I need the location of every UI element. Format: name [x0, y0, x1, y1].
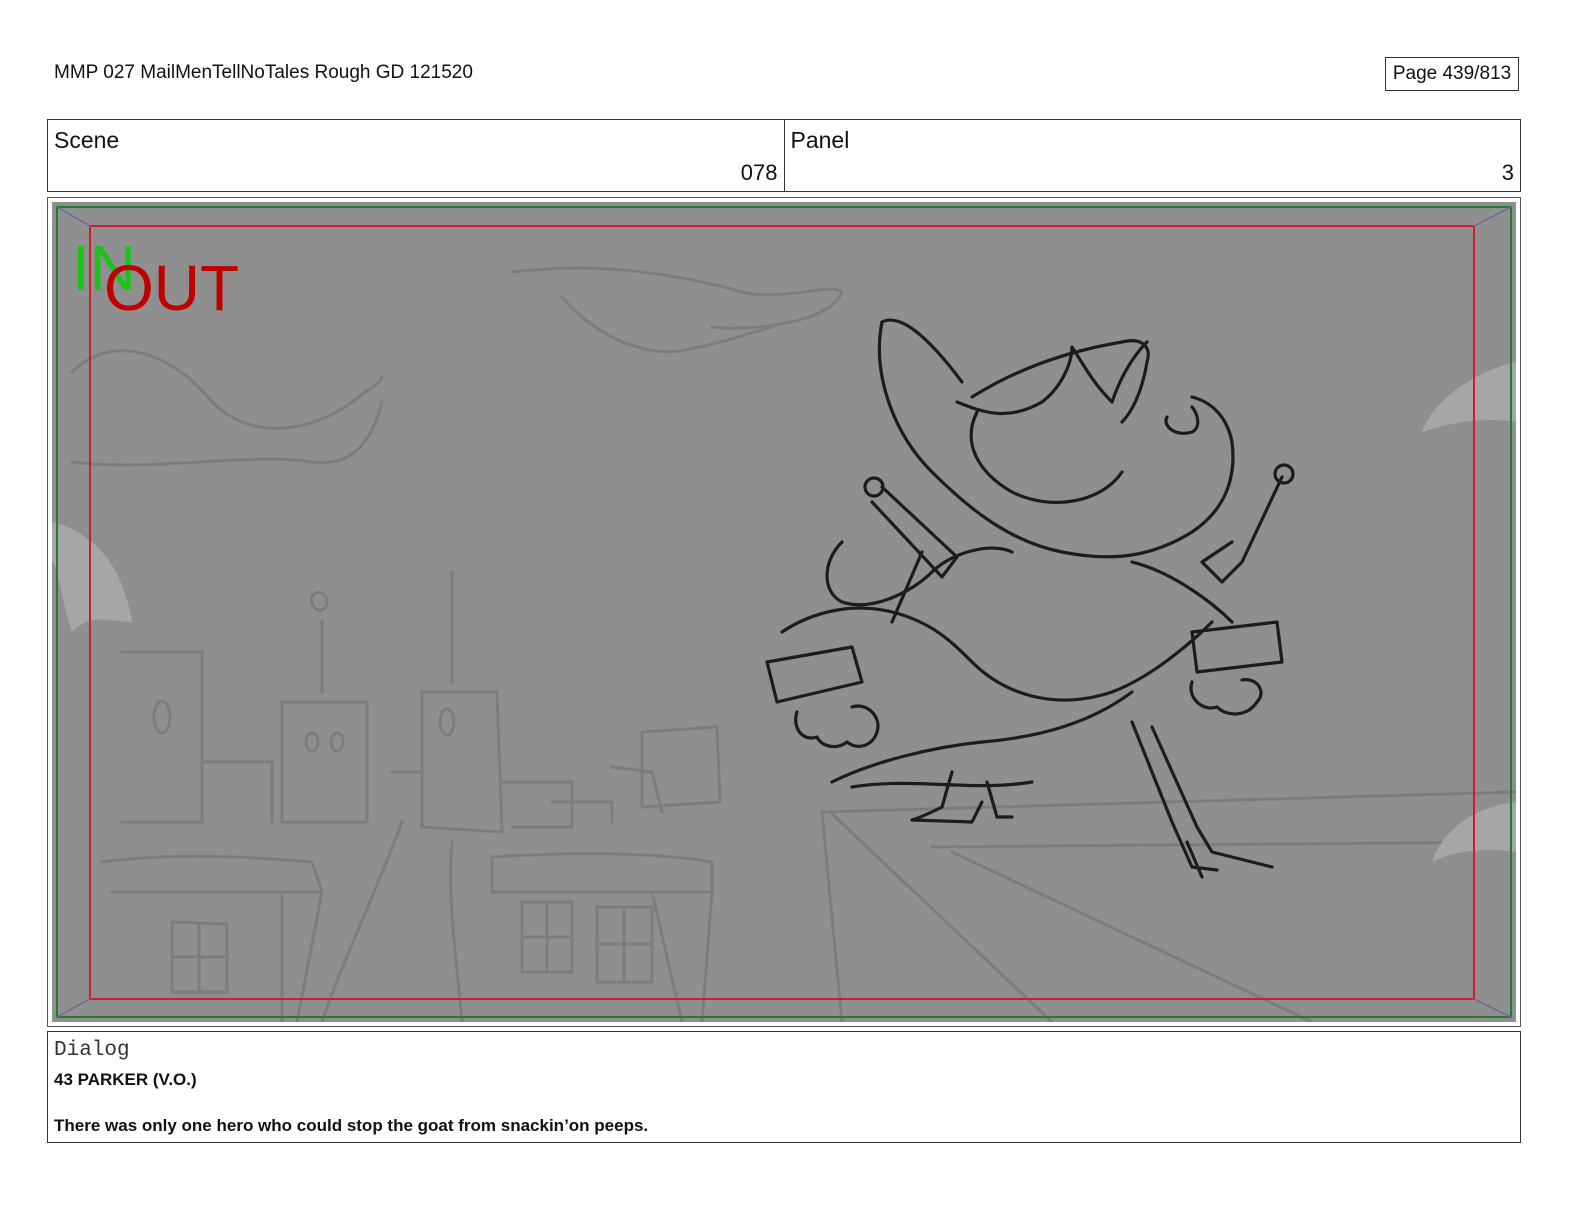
storyboard-sketch: IN OUT	[52, 206, 1516, 1022]
scene-number: 078	[740, 160, 778, 185]
page-number-box: Page 439/813	[1385, 57, 1519, 91]
storyboard-sketch-area: IN OUT	[52, 202, 1516, 1022]
scene-panel-info-row: Scene 078 Panel 3	[47, 119, 1521, 192]
hero-character-sketch	[765, 318, 1295, 879]
scene-label: Scene	[54, 127, 120, 153]
safe-frame-guide	[89, 225, 1475, 1000]
dialog-line: There was only one hero who could stop t…	[54, 1116, 649, 1135]
scene-cell: Scene 078	[48, 120, 784, 191]
dialog-box: Dialog 43 PARKER (V.O.) There was only o…	[47, 1031, 1521, 1143]
panel-cell: Panel 3	[783, 120, 1521, 191]
panel-label: Panel	[790, 127, 850, 153]
panel-number: 3	[1501, 160, 1514, 185]
out-marker: OUT	[104, 252, 239, 324]
background-sketch	[70, 266, 1516, 1022]
page-number-label: Page 439/813	[1392, 63, 1512, 84]
storyboard-panel-frame: IN OUT	[47, 197, 1521, 1027]
dialog-heading: Dialog	[54, 1039, 130, 1062]
dialog-speaker: 43 PARKER (V.O.)	[54, 1070, 197, 1089]
outer-frame-guide	[56, 206, 1512, 1018]
corner-guides	[56, 206, 1512, 1018]
document-title: MMP 027 MailMenTellNoTales Rough GD 1215…	[54, 62, 473, 83]
